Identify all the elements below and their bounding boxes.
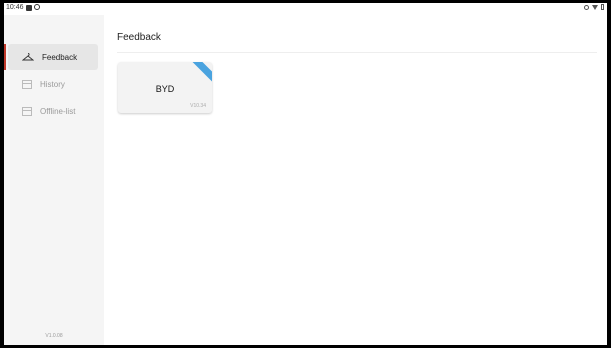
card-version: V10.34 (190, 103, 206, 109)
sidebar-item-feedback[interactable]: Feedback (4, 44, 98, 70)
battery-icon (601, 4, 604, 10)
status-time: 10:46 (6, 4, 24, 11)
notification-circle-icon (34, 4, 40, 10)
notification-square-icon (26, 5, 32, 11)
card-name: BYD (155, 84, 175, 94)
wifi-icon (592, 4, 598, 10)
app-version: V1.0.08 (45, 333, 63, 339)
sidebar-item-label: Offline-list (40, 106, 76, 116)
status-bar: 10:46 (4, 3, 607, 15)
main-content: Feedback BYD V10.34 (104, 15, 607, 345)
corner-ribbon (188, 62, 212, 84)
hanger-icon (21, 52, 35, 62)
sidebar-item-offline-list[interactable]: Offline-list (8, 98, 98, 124)
sidebar: Feedback History Offline-list V1.0.08 (4, 15, 104, 345)
status-icons (584, 4, 604, 10)
app-screen: 10:46 Feedback History Offline-list V1.0… (4, 3, 607, 345)
sidebar-item-history[interactable]: History (8, 71, 98, 97)
sidebar-item-label: Feedback (42, 52, 78, 62)
calendar-icon (22, 79, 32, 89)
divider (117, 52, 597, 53)
page-title: Feedback (117, 32, 161, 43)
vehicle-card[interactable]: BYD V10.34 (118, 62, 212, 113)
signal-dot-icon (584, 4, 589, 10)
sidebar-item-label: History (40, 79, 65, 89)
calendar-icon (22, 106, 32, 116)
